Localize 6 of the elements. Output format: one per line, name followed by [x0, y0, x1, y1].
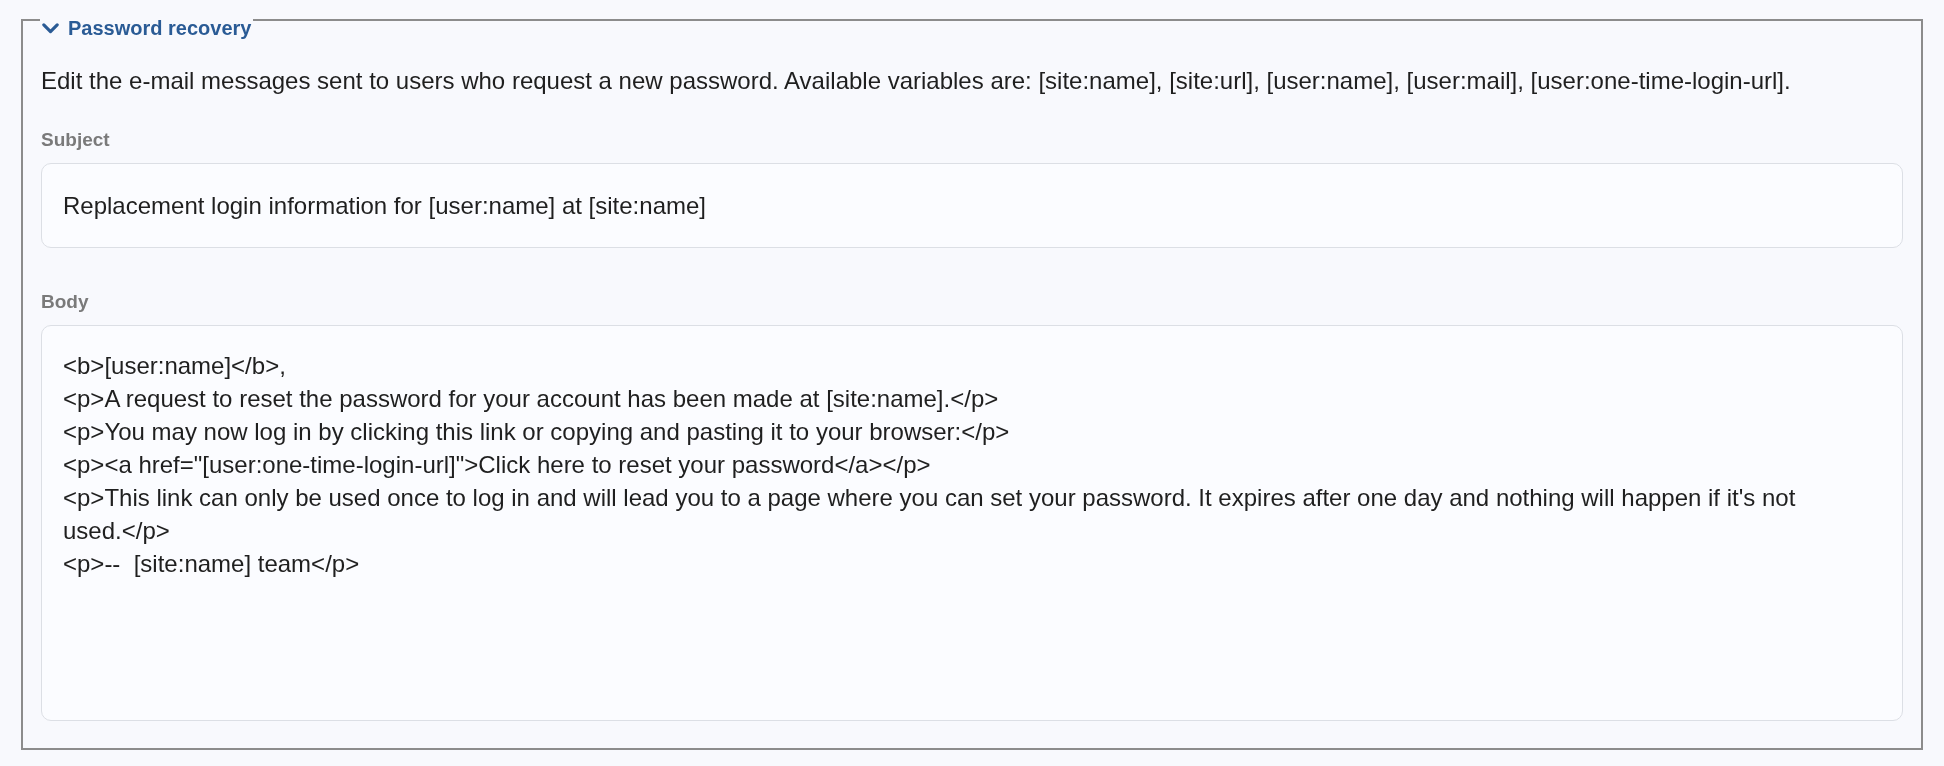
- field-label: Body: [41, 290, 89, 314]
- field-label: Subject: [41, 128, 110, 152]
- body-textarea[interactable]: <b>[user:name]</b>, <p>A request to reset the password for your account has been made at [site:name].</p> <p>You may now log in by clicking this link or copying and pasting it to your browser:</p> <p><a href="[user:one-time-login-url]">Click here to reset your password</a></p> <p>This link can only be used once to log in and will lead you to a page where you can set your password. It expires after one day and nothing will happen if it's not used.</p> <p>-- [site:name] team</p>: [41, 325, 1903, 721]
- fieldset-toggle[interactable]: Password recovery: [42, 18, 252, 38]
- description-text: Edit the e-mail messages sent to users who request a new password. Available variables are: [site:name], [site:url], [user:name], [user:mail], [user:one-time-login-url].: [41, 66, 1792, 96]
- subject-input[interactable]: Replacement login information for [user:name] at [site:name]: [41, 163, 1903, 248]
